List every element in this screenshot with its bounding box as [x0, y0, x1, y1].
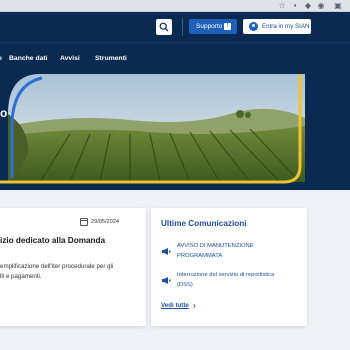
- star-icon[interactable]: ☆: [278, 2, 286, 10]
- nav-item-strumenti[interactable]: Strumenti: [95, 43, 127, 75]
- hero-image: [0, 74, 305, 184]
- main-nav: he Banche dati Avvisi Strumenti: [0, 42, 350, 74]
- nav-item-avvisi[interactable]: Avvisi: [60, 43, 80, 75]
- page: ☆ ▪ ◆ ◉ ▣ Supporto ! Entra in my SIAN he…: [0, 0, 350, 350]
- communication-line: Interruzione del servizio di reportistic…: [177, 272, 275, 278]
- extension-icon[interactable]: ▪: [291, 2, 299, 10]
- news-body: emplificazione dell'iter procedurale per…: [0, 262, 142, 282]
- calendar-icon: [80, 218, 88, 226]
- support-button[interactable]: Supporto !: [189, 19, 237, 34]
- search-icon: [159, 22, 169, 32]
- news-body-line: lli e pagamenti.: [0, 273, 42, 280]
- communication-text[interactable]: AVVISO DI MANUTENZIONE PROGRAMMATA: [177, 242, 277, 261]
- news-title[interactable]: izio dedicato alla Domanda: [0, 235, 140, 246]
- communication-line: PROGRAMMATA: [177, 252, 223, 259]
- news-card[interactable]: 29/05/2024 izio dedicato alla Domanda em…: [0, 208, 146, 326]
- megaphone-icon: [162, 277, 171, 284]
- megaphone-icon: [162, 248, 171, 255]
- support-badge: !: [224, 23, 231, 30]
- communication-text[interactable]: Interruzione del servizio di reportistic…: [177, 271, 277, 290]
- communication-line: (DSS): [177, 281, 193, 288]
- search-button[interactable]: [156, 19, 172, 35]
- nav-item-banche-dati[interactable]: Banche dati: [9, 43, 48, 75]
- hero-title: o: [0, 106, 8, 120]
- nav-item-home[interactable]: he: [0, 43, 2, 75]
- user-icon: [249, 22, 258, 31]
- header-divider: [182, 18, 183, 36]
- communications-title: Ultime Comunicazioni: [161, 219, 247, 228]
- news-date: 29/05/2024: [91, 219, 119, 225]
- communication-line: AVVISO DI MANUTENZIONE: [177, 243, 254, 249]
- profile-icon[interactable]: ▣: [334, 2, 342, 10]
- site-header: Supporto ! Entra in my SIAN: [0, 12, 350, 42]
- news-body-line: emplificazione dell'iter procedurale per…: [0, 263, 114, 270]
- see-all-link[interactable]: Vedi tutte: [161, 302, 189, 309]
- communications-card: Ultime Comunicazioni AVVISO DI MANUTENZI…: [151, 208, 307, 326]
- login-label: Entra in my SIAN: [262, 23, 310, 30]
- hero-banner: o: [0, 74, 350, 190]
- login-button[interactable]: Entra in my SIAN: [243, 19, 311, 34]
- chevron-right-icon[interactable]: ›: [193, 301, 196, 310]
- support-label: Supporto: [196, 23, 223, 30]
- puzzle-icon[interactable]: ◆: [304, 2, 312, 10]
- browser-toolbar: ☆ ▪ ◆ ◉ ▣: [0, 0, 350, 12]
- sync-icon[interactable]: ◉: [317, 2, 325, 10]
